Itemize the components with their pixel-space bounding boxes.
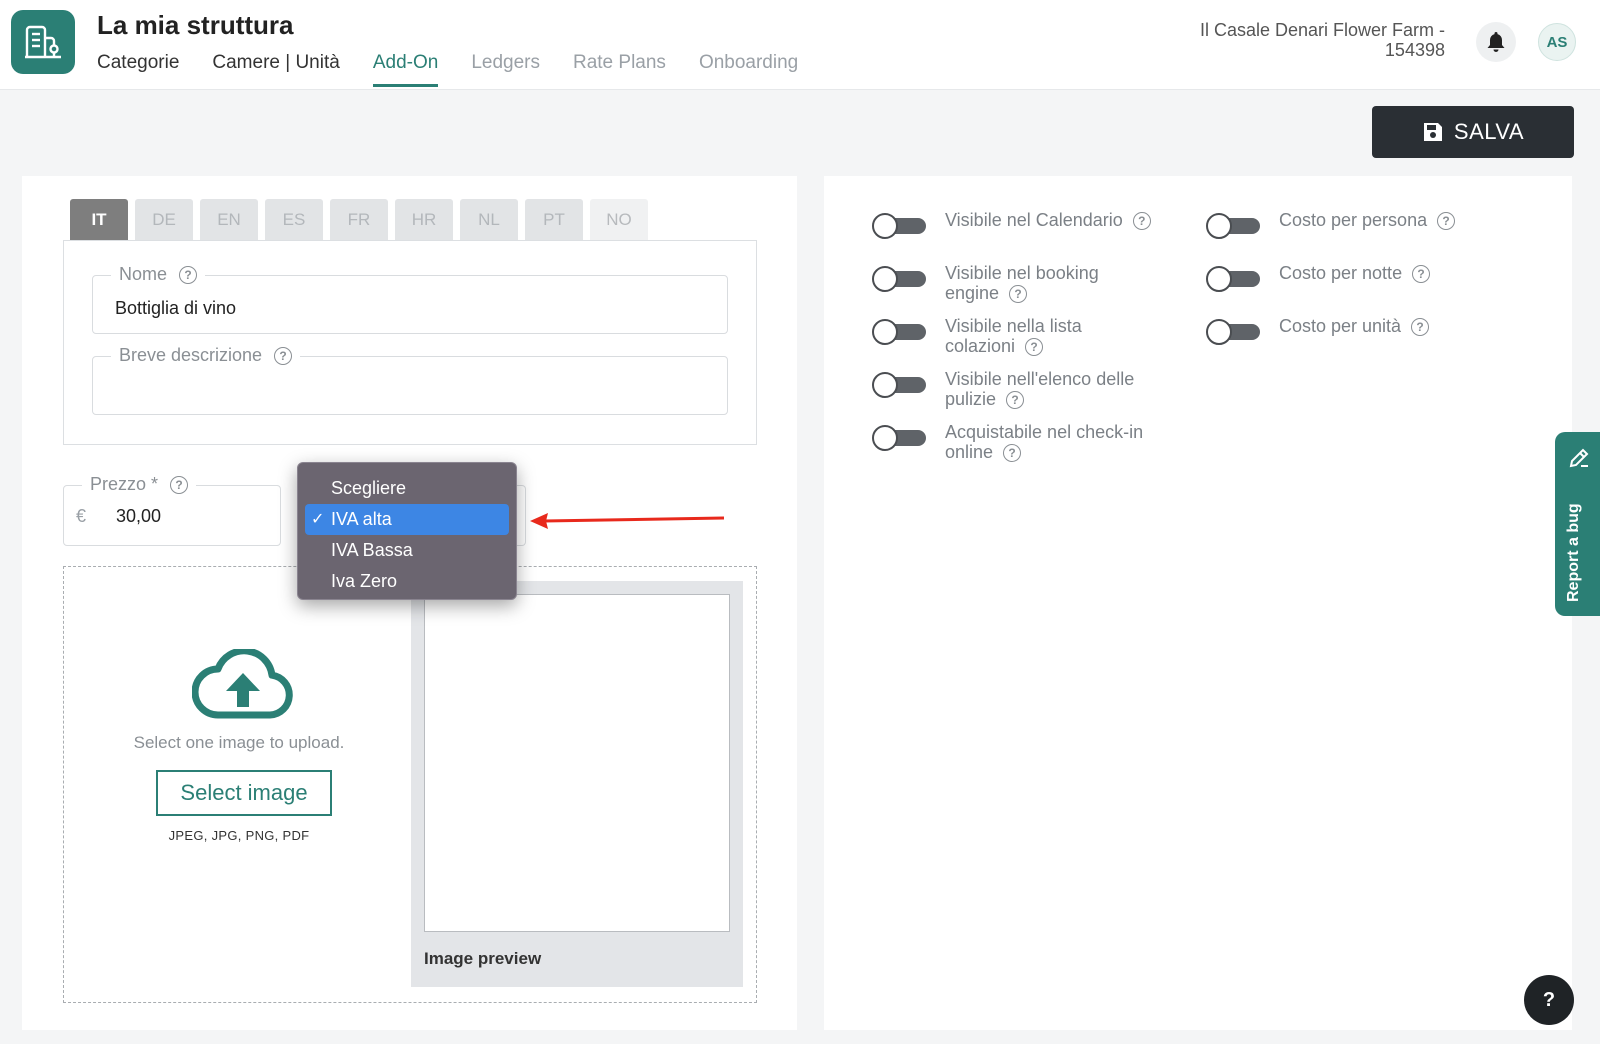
toggle-switch[interactable] — [872, 266, 928, 292]
notifications-button[interactable] — [1476, 22, 1516, 62]
description-field[interactable]: Breve descrizione ? — [92, 345, 728, 415]
toggle-switch[interactable] — [872, 425, 928, 451]
accepted-formats: JPEG, JPG, PNG, PDF — [168, 828, 310, 843]
help-button[interactable]: ? — [1524, 975, 1574, 1025]
toggle-switch[interactable] — [872, 319, 928, 345]
checkmark-icon: ✓ — [311, 511, 325, 528]
image-preview-label: Image preview — [424, 949, 542, 968]
vat-dropdown-menu: Scegliere ✓ IVA alta IVA Bassa Iva Zero — [297, 462, 517, 600]
toggle-visible-cleaning-list: Visibile nell'elenco delle pulizie? — [872, 369, 1134, 410]
lang-tab-pt[interactable]: PT — [525, 199, 583, 240]
lang-tab-fr[interactable]: FR — [330, 199, 388, 240]
help-icon[interactable]: ? — [179, 265, 198, 284]
report-bug-tab[interactable]: Report a bug — [1555, 432, 1600, 616]
toggle-switch[interactable] — [1206, 266, 1262, 292]
tab-ledgers[interactable]: Ledgers — [471, 52, 540, 87]
floppy-disk-icon — [1423, 123, 1442, 141]
toggle-cost-per-night: Costo per notte? — [1206, 263, 1431, 292]
help-icon[interactable]: ? — [170, 475, 189, 494]
tab-rate-plans[interactable]: Rate Plans — [573, 52, 666, 87]
vat-option-iva-zero[interactable]: Iva Zero — [305, 566, 509, 597]
top-header: La mia struttura Categorie Camere | Unit… — [0, 0, 1600, 90]
addon-options-panel — [824, 176, 1572, 1030]
toggle-visible-calendar: Visibile nel Calendario? — [872, 210, 1151, 239]
upload-instruction: Select one image to upload. — [133, 733, 345, 752]
vat-option-scegliere[interactable]: Scegliere — [305, 473, 509, 504]
app-logo[interactable] — [11, 10, 75, 74]
pencil-icon — [1569, 448, 1589, 468]
toggle-cost-per-person: Costo per persona? — [1206, 210, 1456, 239]
help-icon[interactable]: ? — [1006, 391, 1025, 410]
price-label: Prezzo * — [90, 474, 159, 494]
help-icon[interactable]: ? — [1025, 338, 1044, 357]
save-button-label: SALVA — [1453, 119, 1525, 144]
description-label: Breve descrizione — [119, 345, 263, 365]
localized-fields-box: Nome ? Bottiglia di vino Breve descrizio… — [63, 240, 757, 445]
image-upload-area[interactable]: Select one image to upload. Select image… — [63, 566, 757, 1003]
toggle-switch[interactable] — [872, 213, 928, 239]
lang-tab-de[interactable]: DE — [135, 199, 193, 240]
tab-add-on[interactable]: Add-On — [372, 52, 439, 87]
property-name: Il Casale Denari Flower Farm - — [1199, 20, 1445, 40]
lang-tab-hr[interactable]: HR — [395, 199, 453, 240]
name-input[interactable]: Bottiglia di vino — [115, 298, 236, 319]
toggle-cost-per-unit: Costo per unità? — [1206, 316, 1430, 345]
lang-tab-en[interactable]: EN — [200, 199, 258, 240]
image-preview: Image preview — [411, 581, 743, 987]
toggle-visible-breakfast-list: Visibile nella lista colazioni? — [872, 316, 1082, 357]
building-icon — [25, 25, 61, 59]
toggle-switch[interactable] — [1206, 319, 1262, 345]
currency-symbol: € — [76, 506, 87, 526]
help-icon[interactable]: ? — [1009, 285, 1028, 304]
select-image-button[interactable]: Select image — [156, 770, 332, 816]
lang-tab-es[interactable]: ES — [265, 199, 323, 240]
tab-onboarding[interactable]: Onboarding — [699, 52, 798, 87]
help-icon[interactable]: ? — [1437, 212, 1456, 231]
vat-option-iva-alta[interactable]: ✓ IVA alta — [305, 504, 509, 535]
page-title: La mia struttura — [97, 10, 294, 40]
lang-tab-no[interactable]: NO — [590, 199, 648, 240]
save-button[interactable]: SALVA — [1372, 106, 1574, 158]
bell-icon — [1487, 32, 1505, 52]
price-input[interactable]: 30,00 — [116, 506, 161, 527]
help-icon[interactable]: ? — [1003, 444, 1022, 463]
annotation-arrow-icon — [530, 513, 725, 529]
cloud-upload-icon — [192, 649, 293, 719]
lang-tab-nl[interactable]: NL — [460, 199, 518, 240]
report-bug-label: Report a bug — [1565, 503, 1582, 602]
tab-camere-unita[interactable]: Camere | Unità — [212, 52, 339, 87]
toggle-switch[interactable] — [872, 372, 928, 398]
name-field[interactable]: Nome ? Bottiglia di vino — [92, 264, 728, 334]
main-nav: Categorie Camere | Unità Add-On Ledgers … — [97, 52, 831, 87]
image-preview-canvas — [424, 594, 730, 932]
tab-categorie[interactable]: Categorie — [97, 52, 179, 87]
language-tabs: IT DE EN ES FR HR NL PT NO — [70, 199, 648, 240]
property-selector[interactable]: Il Casale Denari Flower Farm - 154398 — [1200, 20, 1445, 60]
price-field[interactable]: Prezzo * ? € 30,00 — [63, 474, 281, 546]
toggle-online-checkin-purchase: Acquistabile nel check-in online? — [872, 422, 1143, 463]
help-icon[interactable]: ? — [1412, 265, 1431, 284]
help-icon[interactable]: ? — [1132, 212, 1151, 231]
lang-tab-it[interactable]: IT — [70, 199, 128, 240]
help-icon[interactable]: ? — [1411, 318, 1430, 337]
toggle-switch[interactable] — [1206, 213, 1262, 239]
vat-option-iva-bassa[interactable]: IVA Bassa — [305, 535, 509, 566]
help-icon[interactable]: ? — [274, 346, 293, 365]
name-label: Nome — [119, 264, 168, 284]
user-avatar[interactable]: AS — [1538, 23, 1576, 61]
property-id: 154398 — [1384, 40, 1445, 60]
toggle-visible-booking-engine: Visibile nel booking engine? — [872, 263, 1099, 304]
